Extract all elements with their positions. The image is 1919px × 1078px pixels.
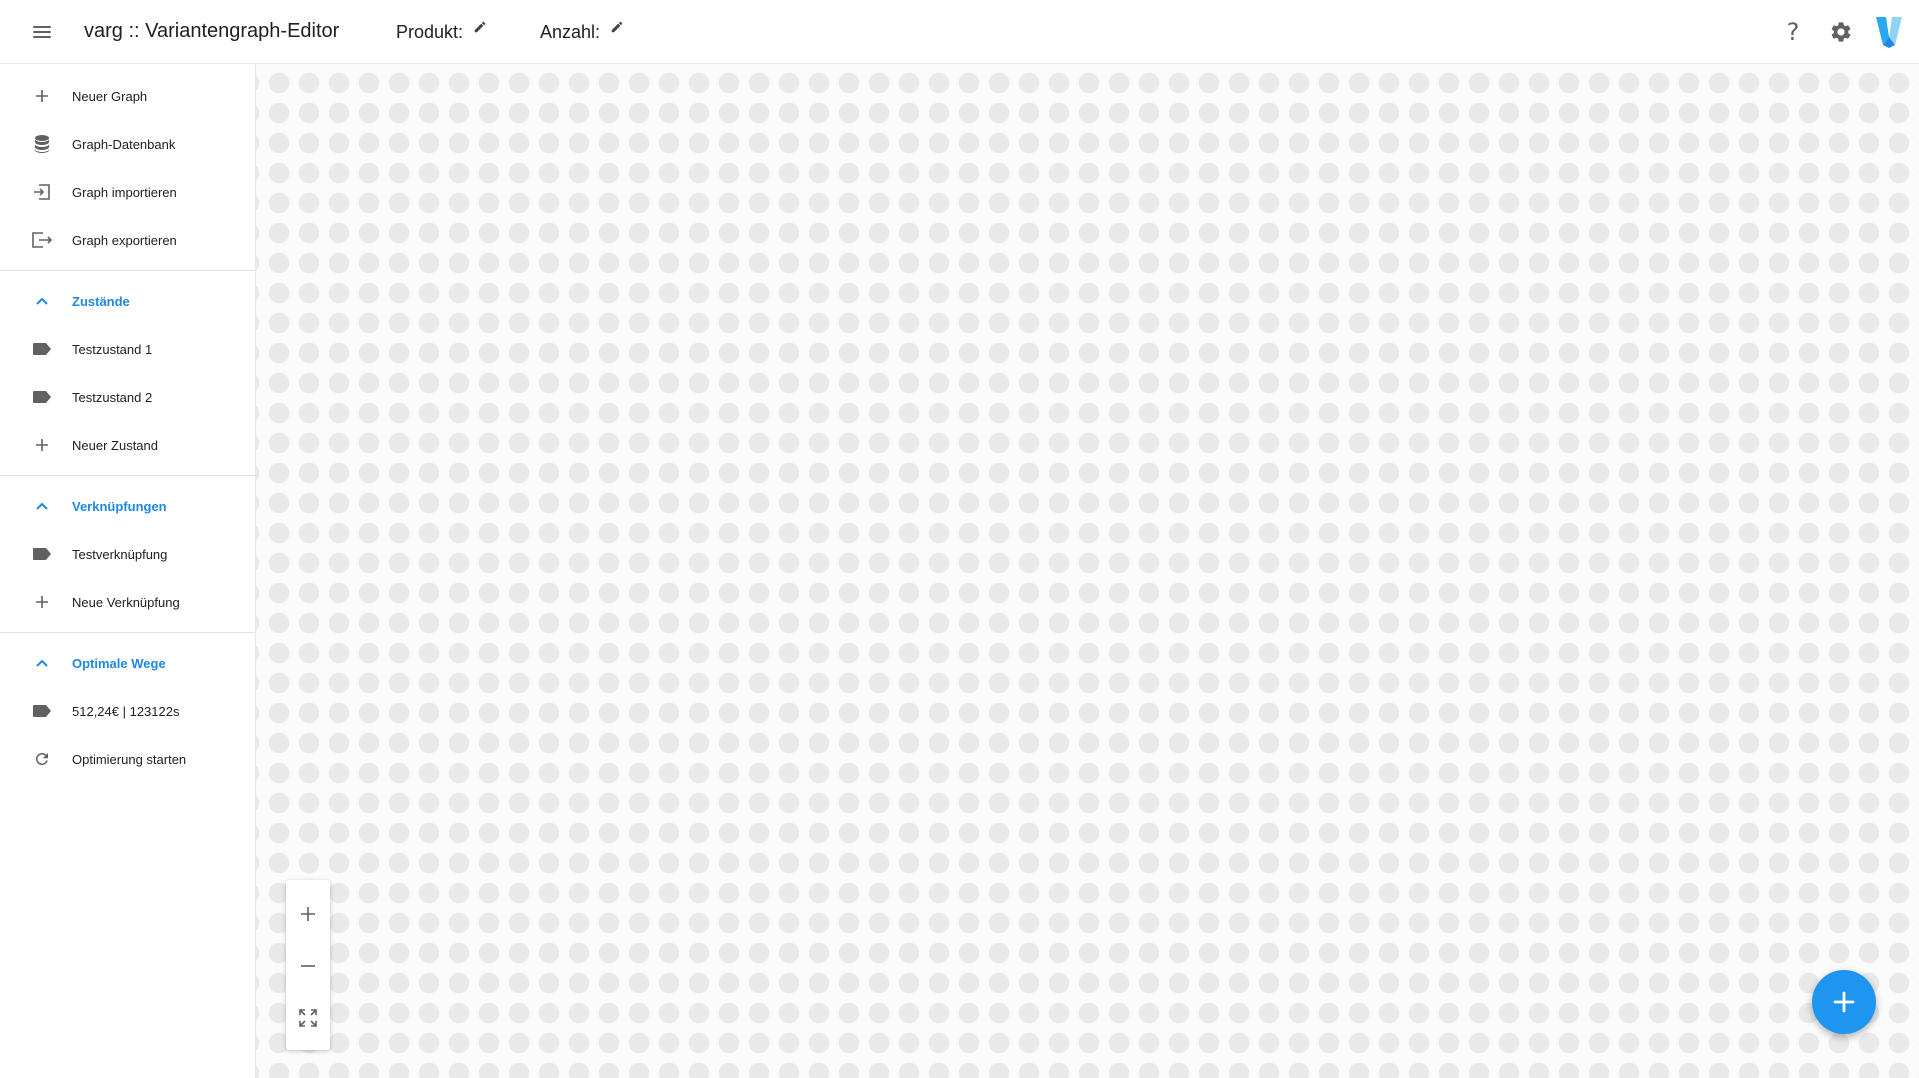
header-actions: ? bbox=[1765, 14, 1909, 50]
label-icon bbox=[30, 385, 54, 409]
import-icon bbox=[30, 180, 54, 204]
export-icon bbox=[30, 228, 54, 252]
sidebar-item-label: Testzustand 2 bbox=[72, 389, 153, 405]
anzahl-label: Anzahl: bbox=[540, 21, 601, 42]
sidebar-item-label: Neuer Graph bbox=[72, 88, 148, 104]
add-icon bbox=[1833, 991, 1855, 1013]
label-icon bbox=[30, 337, 54, 361]
label-icon bbox=[30, 699, 54, 723]
produkt-field[interactable]: Produkt: bbox=[396, 18, 487, 46]
chevron-up-icon bbox=[30, 494, 54, 518]
sidebar-item-new-graph[interactable]: Neuer Graph bbox=[0, 72, 255, 120]
chevron-up-icon bbox=[30, 289, 54, 313]
fit-screen-icon[interactable] bbox=[286, 992, 330, 1044]
sidebar-item-testzustand-1[interactable]: Testzustand 1 bbox=[0, 325, 255, 373]
chevron-up-icon bbox=[30, 651, 54, 675]
sidebar-item-testzustand-2[interactable]: Testzustand 2 bbox=[0, 373, 255, 421]
sidebar-item-new-verknuepfung[interactable]: Neue Verknüpfung bbox=[0, 578, 255, 626]
add-fab-button[interactable] bbox=[1812, 970, 1876, 1034]
gear-icon[interactable] bbox=[1821, 14, 1861, 50]
anzahl-field[interactable]: Anzahl: bbox=[540, 18, 624, 46]
section-header-zustaende[interactable]: Zustände bbox=[0, 277, 255, 325]
section-header-optimale-wege[interactable]: Optimale Wege bbox=[0, 639, 255, 687]
sidebar-item-import-graph[interactable]: Graph importieren bbox=[0, 168, 255, 216]
zoom-controls bbox=[286, 880, 330, 1050]
plus-icon bbox=[30, 433, 54, 457]
database-icon bbox=[30, 132, 54, 156]
sidebar-item-graph-database[interactable]: Graph-Datenbank bbox=[0, 120, 255, 168]
plus-icon bbox=[30, 590, 54, 614]
plus-icon bbox=[30, 84, 54, 108]
section-title: Verknüpfungen bbox=[72, 498, 167, 514]
pencil-icon[interactable] bbox=[610, 20, 624, 34]
sidebar-item-optimal-path[interactable]: 512,24€ | 123122s bbox=[0, 687, 255, 735]
pencil-icon[interactable] bbox=[473, 20, 487, 34]
v-logo-icon[interactable] bbox=[1869, 14, 1909, 50]
section-title: Zustände bbox=[72, 293, 130, 309]
help-glyph: ? bbox=[1786, 18, 1800, 46]
label-icon bbox=[30, 542, 54, 566]
sidebar-item-new-zustand[interactable]: Neuer Zustand bbox=[0, 421, 255, 469]
zoom-out-icon[interactable] bbox=[286, 940, 330, 992]
app-bar: varg :: Variantengraph-Editor Produkt: A… bbox=[0, 0, 1919, 64]
sidebar-item-label: Optimierung starten bbox=[72, 751, 187, 767]
refresh-icon bbox=[30, 747, 54, 771]
zoom-in-icon[interactable] bbox=[286, 888, 330, 940]
sidebar-item-label: Graph-Datenbank bbox=[72, 136, 176, 152]
divider bbox=[0, 475, 255, 476]
sidebar-item-label: Testzustand 1 bbox=[72, 341, 153, 357]
sidebar-item-label: Neue Verknüpfung bbox=[72, 594, 180, 610]
sidebar-item-label: 512,24€ | 123122s bbox=[72, 703, 180, 719]
sidebar-item-start-optimization[interactable]: Optimierung starten bbox=[0, 735, 255, 783]
produkt-label: Produkt: bbox=[396, 21, 464, 42]
app-title: varg :: Variantengraph-Editor bbox=[84, 20, 340, 42]
section-title: Optimale Wege bbox=[72, 655, 166, 671]
sidebar-item-testverknuepfung[interactable]: Testverknüpfung bbox=[0, 530, 255, 578]
graph-canvas[interactable] bbox=[256, 64, 1919, 1078]
divider bbox=[0, 632, 255, 633]
sidebar-item-label: Neuer Zustand bbox=[72, 437, 158, 453]
section-header-verknuepfungen[interactable]: Verknüpfungen bbox=[0, 482, 255, 530]
divider bbox=[0, 270, 255, 271]
sidebar-item-export-graph[interactable]: Graph exportieren bbox=[0, 216, 255, 264]
sidebar-item-label: Testverknüpfung bbox=[72, 546, 168, 562]
sidebar-item-label: Graph exportieren bbox=[72, 232, 177, 248]
menu-icon[interactable] bbox=[28, 18, 56, 46]
help-icon[interactable]: ? bbox=[1773, 14, 1813, 50]
sidebar: Neuer Graph Graph-Datenbank Graph import… bbox=[0, 64, 256, 1078]
sidebar-item-label: Graph importieren bbox=[72, 184, 177, 200]
